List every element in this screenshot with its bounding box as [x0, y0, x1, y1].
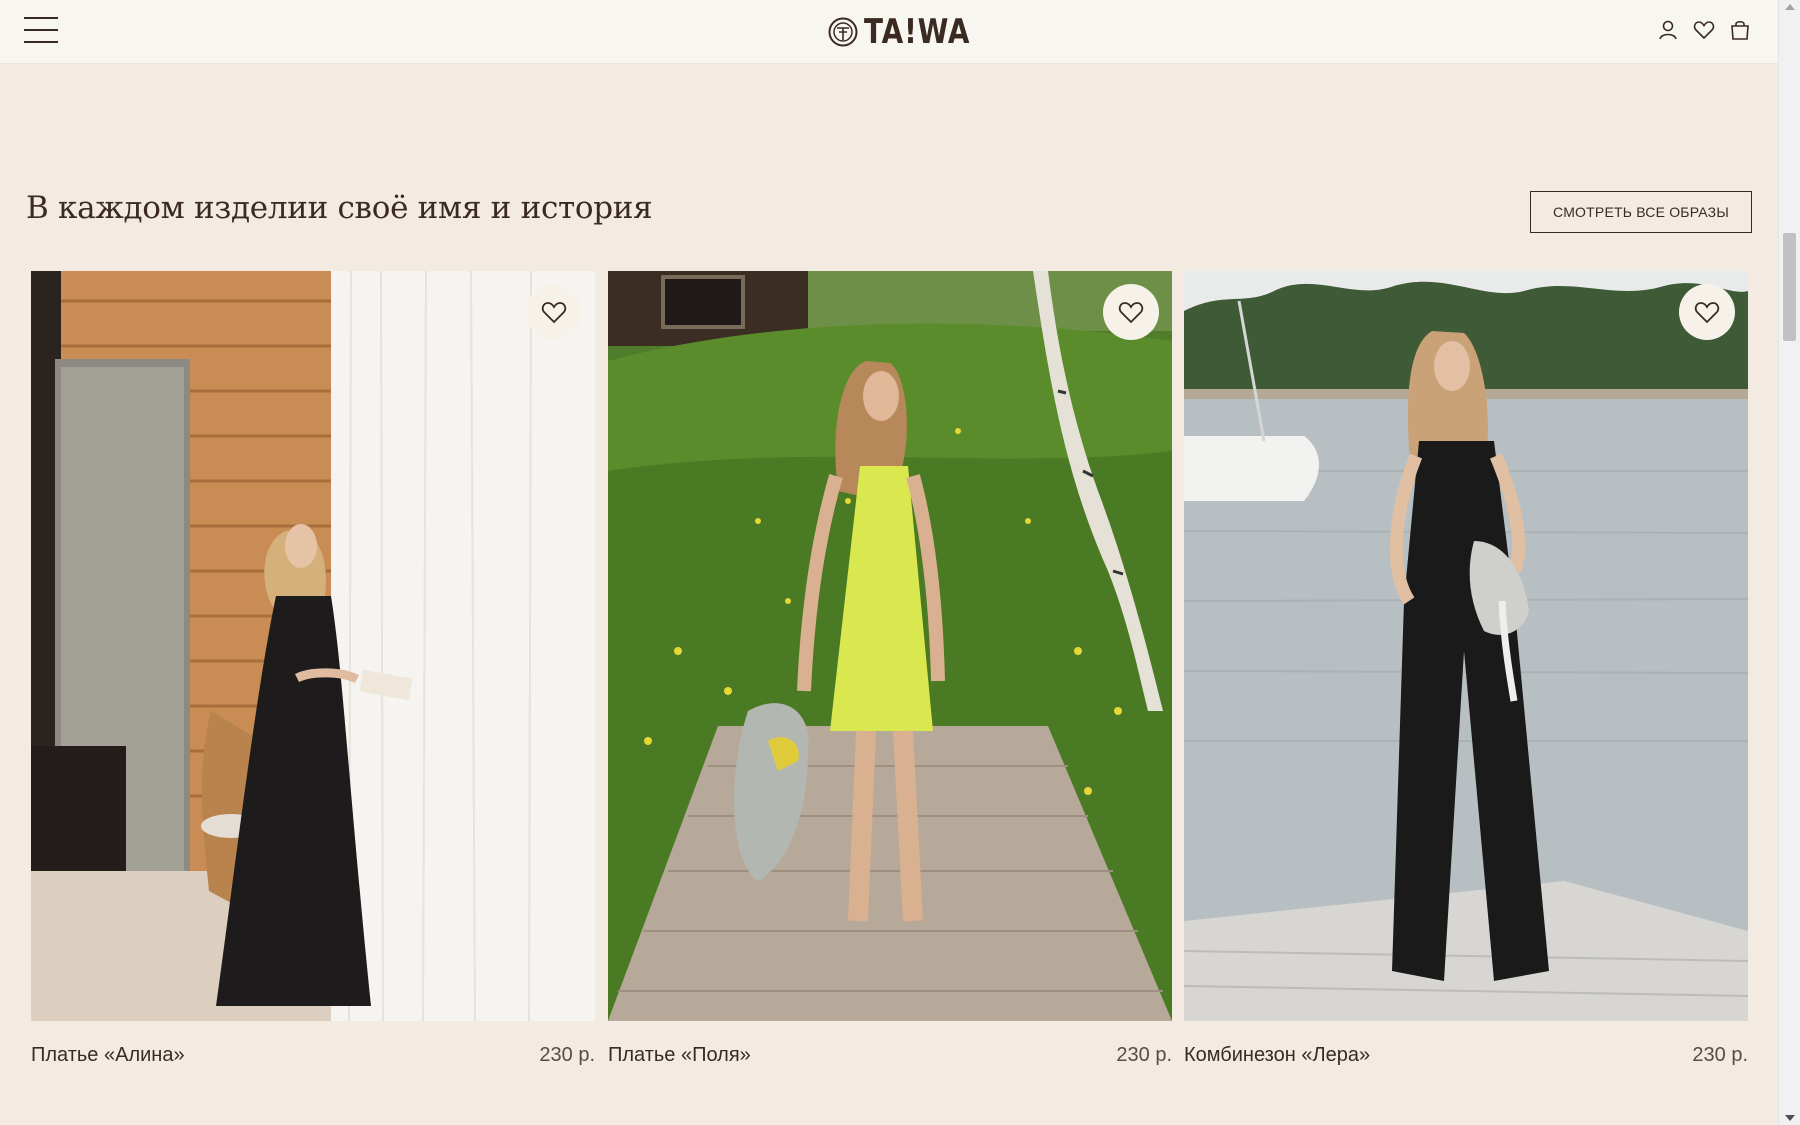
site-logo[interactable]: TA!WA — [828, 12, 994, 52]
product-card[interactable]: Платье «Поля» 230 р. — [608, 271, 1172, 1067]
product-image-lera — [1184, 271, 1748, 1021]
product-photo[interactable] — [31, 271, 595, 1021]
hamburger-menu-icon[interactable] — [24, 17, 58, 45]
product-price: 230 р. — [1692, 1044, 1748, 1066]
product-card[interactable]: Комбинезон «Лера» 230 р. — [1184, 271, 1748, 1067]
add-to-favorites-button[interactable] — [1679, 284, 1735, 340]
product-name[interactable]: Платье «Алина» — [31, 1044, 185, 1067]
heart-icon[interactable] — [1693, 19, 1715, 41]
product-price: 230 р. — [539, 1044, 595, 1066]
product-photo[interactable] — [608, 271, 1172, 1021]
section-title: В каждом изделии своё имя и история — [26, 190, 653, 226]
bag-icon[interactable] — [1729, 19, 1751, 41]
heart-icon — [541, 302, 567, 324]
scroll-thumb[interactable] — [1783, 233, 1796, 341]
product-name[interactable]: Платье «Поля» — [608, 1044, 751, 1067]
heart-icon — [1118, 302, 1144, 324]
add-to-favorites-button[interactable] — [526, 284, 582, 340]
product-price: 230 р. — [1116, 1044, 1172, 1066]
product-name[interactable]: Комбинезон «Лера» — [1184, 1044, 1370, 1067]
product-image-polya — [608, 271, 1172, 1021]
site-header: TA!WA — [0, 0, 1779, 64]
product-photo[interactable] — [1184, 271, 1748, 1021]
add-to-favorites-button[interactable] — [1103, 284, 1159, 340]
header-actions — [1657, 19, 1751, 41]
heart-icon — [1694, 302, 1720, 324]
account-icon[interactable] — [1657, 19, 1679, 41]
logo-emblem-icon — [828, 17, 858, 47]
scroll-down-arrow-icon[interactable] — [1785, 1115, 1795, 1121]
view-all-looks-button[interactable]: СМОТРЕТЬ ВСЕ ОБРАЗЫ — [1530, 191, 1752, 233]
vertical-scrollbar[interactable] — [1778, 0, 1800, 1125]
product-image-alina — [31, 271, 595, 1021]
product-card[interactable]: Платье «Алина» 230 р. — [31, 271, 595, 1067]
scroll-up-arrow-icon[interactable] — [1785, 4, 1795, 10]
logo-text: TA!WA — [864, 12, 971, 52]
